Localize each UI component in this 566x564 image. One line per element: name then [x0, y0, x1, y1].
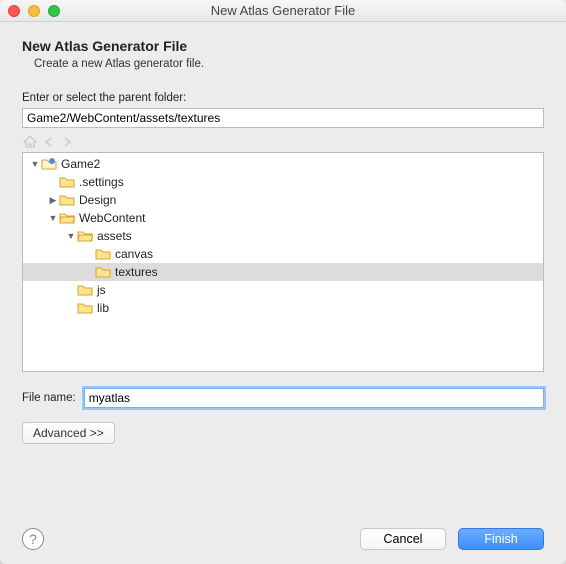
tree-row[interactable]: lib	[23, 299, 543, 317]
tree-item-label: Design	[79, 193, 116, 207]
file-name-label: File name:	[22, 392, 76, 404]
disclosure-right-icon[interactable]: ▶	[47, 195, 59, 206]
tree-item-label: canvas	[115, 247, 153, 261]
home-icon[interactable]	[22, 134, 38, 150]
project-icon	[41, 157, 57, 171]
disclosure-down-icon[interactable]: ▼	[65, 231, 77, 241]
cancel-button[interactable]: Cancel	[360, 528, 446, 550]
dialog-window: New Atlas Generator File New Atlas Gener…	[0, 0, 566, 564]
tree-row[interactable]: textures	[23, 263, 543, 281]
tree-row[interactable]: ▼ Game2	[23, 155, 543, 173]
folder-tree[interactable]: ▼Game2.settings▶Design▼WebContent▼assets…	[22, 152, 544, 372]
parent-folder-label: Enter or select the parent folder:	[22, 92, 544, 104]
window-title: New Atlas Generator File	[0, 3, 566, 18]
page-title: New Atlas Generator File	[22, 38, 544, 54]
minimize-window-button[interactable]	[28, 5, 40, 17]
advanced-button[interactable]: Advanced >>	[22, 422, 115, 444]
titlebar: New Atlas Generator File	[0, 0, 566, 22]
tree-row[interactable]: .settings	[23, 173, 543, 191]
forward-icon[interactable]	[60, 135, 74, 149]
tree-item-label: lib	[97, 301, 109, 315]
tree-row[interactable]: ▼ WebContent	[23, 209, 543, 227]
zoom-window-button[interactable]	[48, 5, 60, 17]
file-name-input[interactable]	[84, 388, 544, 408]
folder-icon	[95, 265, 111, 279]
footer-buttons: Cancel Finish	[360, 528, 544, 550]
folder-icon	[59, 193, 75, 207]
breadcrumb-nav	[22, 134, 544, 150]
content-area: New Atlas Generator File Create a new At…	[0, 22, 566, 458]
tree-row[interactable]: js	[23, 281, 543, 299]
tree-row[interactable]: ▼ assets	[23, 227, 543, 245]
tree-row[interactable]: ▶ Design	[23, 191, 543, 209]
window-controls	[8, 5, 60, 17]
tree-item-label: assets	[97, 229, 132, 243]
help-icon[interactable]: ?	[22, 528, 44, 550]
folder-icon	[77, 301, 93, 315]
disclosure-down-icon[interactable]: ▼	[29, 159, 41, 169]
folder-icon	[95, 247, 111, 261]
tree-row[interactable]: canvas	[23, 245, 543, 263]
tree-item-label: WebContent	[79, 211, 146, 225]
finish-button[interactable]: Finish	[458, 528, 544, 550]
folder-open-icon	[59, 211, 75, 225]
tree-item-label: Game2	[61, 157, 100, 171]
folder-icon	[77, 283, 93, 297]
close-window-button[interactable]	[8, 5, 20, 17]
tree-item-label: textures	[115, 265, 158, 279]
folder-icon	[59, 175, 75, 189]
disclosure-down-icon[interactable]: ▼	[47, 213, 59, 223]
back-icon[interactable]	[42, 135, 56, 149]
page-subtitle: Create a new Atlas generator file.	[34, 58, 544, 70]
folder-open-icon	[77, 229, 93, 243]
parent-folder-input[interactable]	[22, 108, 544, 128]
tree-item-label: .settings	[79, 175, 124, 189]
footer: ? Cancel Finish	[22, 528, 544, 550]
file-name-row: File name:	[22, 388, 544, 408]
tree-item-label: js	[97, 283, 106, 297]
